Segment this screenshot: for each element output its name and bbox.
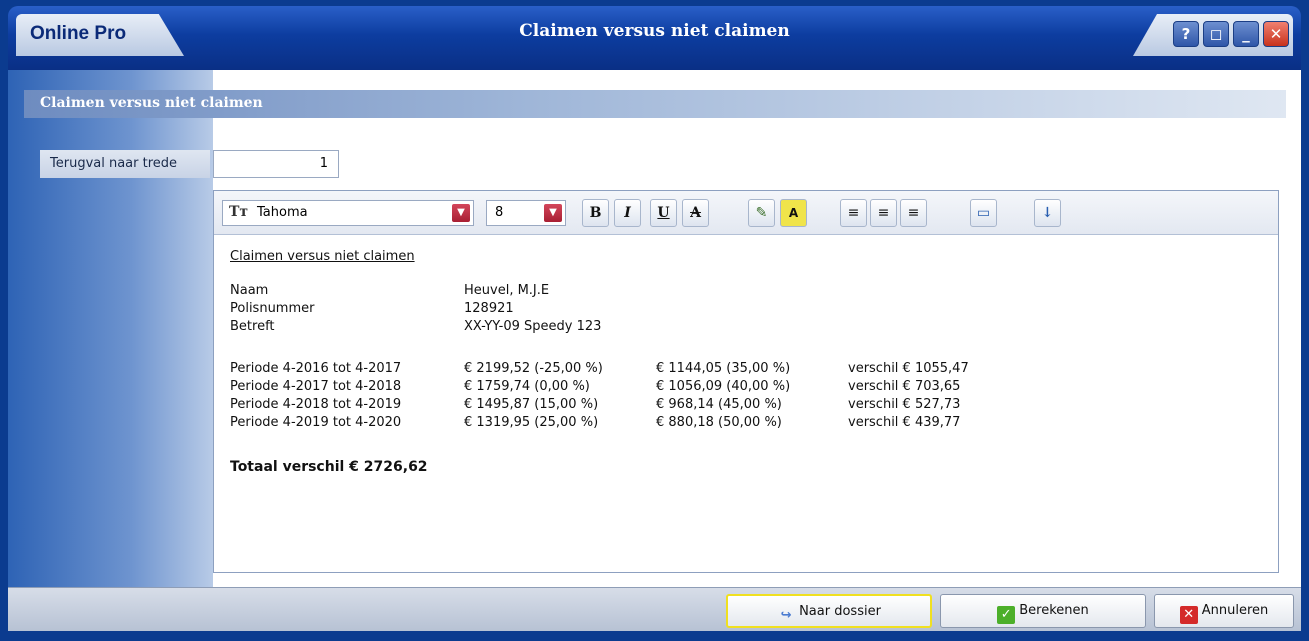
info-label: Naam: [230, 283, 269, 298]
berekenen-label: Berekenen: [1019, 603, 1089, 618]
insert-button[interactable]: ↓: [1034, 199, 1061, 227]
dossier-icon: ↪: [780, 608, 792, 623]
footer-bar: ↪ Naar dossier ✓ Berekenen ✕ Annuleren: [8, 587, 1301, 631]
trede-label: Terugval naar trede: [40, 150, 210, 178]
strikethrough-button[interactable]: A: [682, 199, 709, 227]
underline-button[interactable]: U: [650, 199, 677, 227]
print-button[interactable]: ▭: [970, 199, 997, 227]
app-window: Online Pro Claimen versus niet claimen ?…: [0, 0, 1309, 641]
minimize-icon[interactable]: _: [1233, 21, 1259, 47]
period-noclaim: € 880,18 (50,00 %): [656, 415, 782, 430]
info-value: Heuvel, M.J.E: [464, 283, 550, 298]
naar-dossier-button[interactable]: ↪ Naar dossier: [726, 594, 932, 628]
annuleren-button[interactable]: ✕ Annuleren: [1154, 594, 1294, 628]
align-center-button[interactable]: ≡: [870, 199, 897, 227]
period-label: Periode 4-2018 tot 4-2019: [230, 397, 402, 412]
period-label: Periode 4-2017 tot 4-2018: [230, 379, 402, 394]
trede-input[interactable]: 1: [213, 150, 339, 178]
info-value: 128921: [464, 301, 514, 316]
annuleren-label: Annuleren: [1201, 603, 1269, 618]
font-family-select[interactable]: Tт Tahoma ▼: [222, 200, 474, 226]
font-size-select[interactable]: 8 ▼: [486, 200, 566, 226]
period-claim: € 2199,52 (-25,00 %): [464, 361, 603, 376]
period-diff: verschil € 703,65: [848, 379, 961, 394]
italic-button[interactable]: I: [614, 199, 641, 227]
arrow-down-icon: ↓: [1041, 205, 1054, 221]
text-color-button[interactable]: ✎: [748, 199, 775, 227]
period-noclaim: € 968,14 (45,00 %): [656, 397, 782, 412]
naar-dossier-label: Naar dossier: [799, 604, 881, 619]
align-center-icon: ≡: [877, 205, 890, 221]
align-right-button[interactable]: ≡: [900, 199, 927, 227]
bold-button[interactable]: B: [582, 199, 609, 227]
chevron-down-icon[interactable]: ▼: [544, 204, 562, 222]
close-icon[interactable]: ✕: [1263, 21, 1289, 47]
window-title: Claimen versus niet claimen: [519, 21, 790, 41]
print-icon: ▭: [976, 205, 991, 221]
highlight-button[interactable]: A: [780, 199, 807, 227]
info-value: XX-YY-09 Speedy 123: [464, 319, 602, 334]
period-claim: € 1495,87 (15,00 %): [464, 397, 599, 412]
period-noclaim: € 1056,09 (40,00 %): [656, 379, 791, 394]
rich-text-editor: Tт Tahoma ▼ 8 ▼ B I U A ✎ A ≡ ≡ ≡ ▭ ↓ Cl…: [213, 190, 1279, 573]
title-bar: Online Pro Claimen versus niet claimen ?…: [8, 6, 1301, 70]
align-right-icon: ≡: [907, 205, 920, 221]
align-left-icon: ≡: [847, 205, 860, 221]
check-icon: ✓: [997, 606, 1016, 624]
document-title: Claimen versus niet claimen: [230, 249, 415, 264]
cancel-icon: ✕: [1179, 606, 1198, 624]
period-diff: verschil € 527,73: [848, 397, 961, 412]
period-claim: € 1759,74 (0,00 %): [464, 379, 590, 394]
restore-icon[interactable]: ◻: [1203, 21, 1229, 47]
total-difference: Totaal verschil € 2726,62: [230, 459, 428, 475]
section-header: Claimen versus niet claimen: [24, 90, 1286, 118]
align-left-button[interactable]: ≡: [840, 199, 867, 227]
period-label: Periode 4-2019 tot 4-2020: [230, 415, 402, 430]
client-area: Claimen versus niet claimen Terugval naa…: [8, 70, 1301, 631]
chevron-down-icon[interactable]: ▼: [452, 204, 470, 222]
font-size-value: 8: [495, 205, 504, 220]
period-noclaim: € 1144,05 (35,00 %): [656, 361, 791, 376]
editor-toolbar: Tт Tahoma ▼ 8 ▼ B I U A ✎ A ≡ ≡ ≡ ▭ ↓: [214, 191, 1278, 235]
font-icon: Tт: [229, 204, 249, 220]
help-icon[interactable]: ?: [1173, 21, 1199, 47]
period-claim: € 1319,95 (25,00 %): [464, 415, 599, 430]
sidebar-gradient: [8, 70, 213, 587]
font-family-value: Tahoma: [257, 205, 308, 220]
info-label: Polisnummer: [230, 301, 315, 316]
palette-icon: ✎: [755, 205, 768, 221]
document-body[interactable]: Claimen versus niet claimen Naam Heuvel,…: [230, 249, 1260, 559]
window-controls: ? ◻ _ ✕: [1133, 14, 1293, 56]
period-label: Periode 4-2016 tot 4-2017: [230, 361, 402, 376]
period-diff: verschil € 1055,47: [848, 361, 969, 376]
info-label: Betreft: [230, 319, 275, 334]
period-diff: verschil € 439,77: [848, 415, 961, 430]
berekenen-button[interactable]: ✓ Berekenen: [940, 594, 1146, 628]
